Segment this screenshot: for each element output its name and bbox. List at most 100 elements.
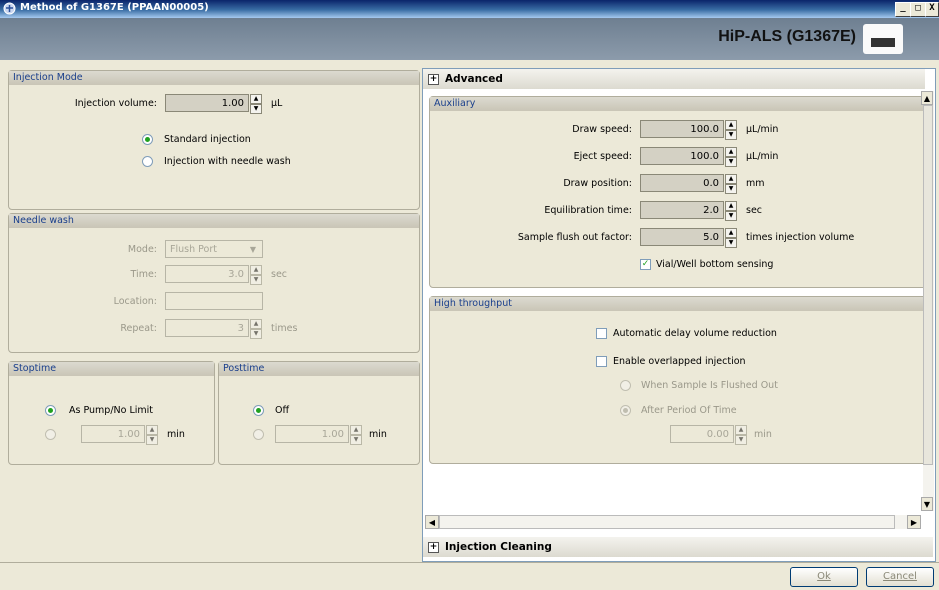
when-flushed-label: When Sample Is Flushed Out xyxy=(641,380,778,391)
time-unit: sec xyxy=(271,269,288,280)
window-title: Method of G1367E (PPAAN00005) xyxy=(20,2,209,13)
expand-icon[interactable]: + xyxy=(428,542,439,553)
mode-label: Mode: xyxy=(127,244,157,255)
module-name: HiP-ALS (G1367E) xyxy=(718,28,856,45)
posttime-value-input[interactable]: 1.00 xyxy=(275,425,349,443)
cancel-label: Cancel xyxy=(883,571,917,582)
maximize-button[interactable]: □ xyxy=(910,2,926,17)
repeat-input[interactable]: 3 xyxy=(165,319,249,337)
stoptime-value-radio[interactable] xyxy=(45,429,56,440)
repeat-label: Repeat: xyxy=(120,323,157,334)
equilibration-time-input[interactable]: 2.0 xyxy=(640,201,724,219)
auxiliary-header: Auxiliary xyxy=(430,97,928,111)
needle-wash-injection-label: Injection with needle wash xyxy=(164,156,291,167)
sample-flush-factor-label: Sample flush out factor: xyxy=(517,232,632,243)
stoptime-no-limit-label: As Pump/No Limit xyxy=(69,405,154,416)
injection-cleaning-section-bar[interactable]: + Injection Cleaning xyxy=(423,537,933,557)
expand-icon[interactable]: + xyxy=(428,74,439,85)
footer-divider xyxy=(0,562,939,563)
mode-value: Flush Port xyxy=(170,244,217,255)
scroll-down-arrow[interactable]: ▼ xyxy=(921,497,933,511)
stoptime-stepper[interactable]: ▲ ▼ xyxy=(146,425,158,445)
module-header: HiP-ALS (G1367E) xyxy=(0,18,939,60)
overlapped-injection-label: Enable overlapped injection xyxy=(613,356,746,367)
stoptime-value-input[interactable]: 1.00 xyxy=(81,425,145,443)
needle-wash-group: Needle wash Mode: Flush Port ▼ Time: 3.0… xyxy=(8,213,420,353)
posttime-off-radio[interactable] xyxy=(253,405,264,416)
period-stepper[interactable]: ▲ ▼ xyxy=(735,425,747,445)
stoptime-no-limit-radio[interactable] xyxy=(45,405,56,416)
draw-speed-input[interactable]: 100.0 xyxy=(640,120,724,138)
injection-mode-group: Injection Mode Injection volume: 1.00 ▲ ▼… xyxy=(8,70,420,210)
vial-sensing-checkbox[interactable]: ✓ xyxy=(640,259,651,270)
scroll-thumb[interactable] xyxy=(923,105,933,465)
overlapped-injection-checkbox[interactable] xyxy=(596,356,607,367)
injection-volume-unit: µL xyxy=(271,98,283,109)
posttime-group: Posttime Off 1.00 ▲ ▼ min xyxy=(218,361,420,465)
draw-speed-label: Draw speed: xyxy=(572,124,632,135)
scroll-up-arrow[interactable]: ▲ xyxy=(921,91,933,105)
injection-mode-header: Injection Mode xyxy=(9,71,419,85)
needle-wash-header: Needle wash xyxy=(9,214,419,228)
close-button[interactable]: X xyxy=(925,2,939,17)
draw-position-label: Draw position: xyxy=(563,178,632,189)
equilibration-time-label: Equilibration time: xyxy=(544,205,632,216)
device-image xyxy=(863,24,903,54)
sample-flush-factor-stepper[interactable]: ▲ ▼ xyxy=(725,228,737,248)
repeat-unit: times xyxy=(271,323,298,334)
eject-speed-label: Eject speed: xyxy=(573,151,632,162)
stoptime-group: Stoptime As Pump/No Limit 1.00 ▲ ▼ min xyxy=(8,361,215,465)
injection-volume-stepper[interactable]: ▲ ▼ xyxy=(250,94,262,114)
stoptime-unit: min xyxy=(167,429,185,440)
inner-vertical-scrollbar[interactable]: ▲ ▼ xyxy=(921,91,934,511)
period-unit: min xyxy=(754,429,772,440)
posttime-off-label: Off xyxy=(275,405,290,416)
high-throughput-header: High throughput xyxy=(430,297,928,311)
horizontal-scrollbar[interactable]: ◀ ▶ xyxy=(425,515,921,529)
draw-position-unit: mm xyxy=(746,178,765,189)
draw-position-input[interactable]: 0.0 xyxy=(640,174,724,192)
mode-dropdown[interactable]: Flush Port ▼ xyxy=(165,240,263,258)
eject-speed-unit: µL/min xyxy=(746,151,779,162)
eject-speed-stepper[interactable]: ▲ ▼ xyxy=(725,147,737,167)
posttime-stepper[interactable]: ▲ ▼ xyxy=(350,425,362,445)
when-flushed-radio[interactable] xyxy=(620,380,631,391)
posttime-value-radio[interactable] xyxy=(253,429,264,440)
location-input[interactable] xyxy=(165,292,263,310)
after-period-label: After Period Of Time xyxy=(641,405,737,416)
minimize-button[interactable]: _ xyxy=(895,2,911,17)
cancel-button[interactable]: Cancel xyxy=(866,567,934,587)
time-input[interactable]: 3.0 xyxy=(165,265,249,283)
standard-injection-label: Standard injection xyxy=(164,134,251,145)
ok-button[interactable]: Ok xyxy=(790,567,858,587)
posttime-header: Posttime xyxy=(219,362,419,376)
after-period-radio[interactable] xyxy=(620,405,631,416)
scroll-right-arrow[interactable]: ▶ xyxy=(907,515,921,529)
standard-injection-radio[interactable] xyxy=(142,134,153,145)
location-label: Location: xyxy=(113,296,157,307)
equilibration-time-stepper[interactable]: ▲ ▼ xyxy=(725,201,737,221)
title-bar: Method of G1367E (PPAAN00005) _ □ X xyxy=(0,0,939,18)
draw-position-stepper[interactable]: ▲ ▼ xyxy=(725,174,737,194)
draw-speed-stepper[interactable]: ▲ ▼ xyxy=(725,120,737,140)
advanced-section-bar[interactable]: + Advanced xyxy=(423,69,925,89)
period-input[interactable]: 0.00 xyxy=(670,425,734,443)
vial-sensing-label: Vial/Well bottom sensing xyxy=(656,259,774,270)
eject-speed-input[interactable]: 100.0 xyxy=(640,147,724,165)
advanced-header: Advanced xyxy=(445,73,503,85)
needle-wash-injection-radio[interactable] xyxy=(142,156,153,167)
scroll-left-arrow[interactable]: ◀ xyxy=(425,515,439,529)
repeat-stepper[interactable]: ▲ ▼ xyxy=(250,319,262,339)
stoptime-header: Stoptime xyxy=(9,362,214,376)
auto-delay-label: Automatic delay volume reduction xyxy=(613,328,777,339)
auto-delay-checkbox[interactable] xyxy=(596,328,607,339)
equilibration-time-unit: sec xyxy=(746,205,763,216)
app-icon xyxy=(3,2,16,15)
injection-volume-input[interactable]: 1.00 xyxy=(165,94,249,112)
h-scroll-thumb[interactable] xyxy=(439,515,895,529)
posttime-unit: min xyxy=(369,429,387,440)
sample-flush-factor-input[interactable]: 5.0 xyxy=(640,228,724,246)
time-stepper[interactable]: ▲ ▼ xyxy=(250,265,262,285)
draw-speed-unit: µL/min xyxy=(746,124,779,135)
advanced-panel: + Advanced Auxiliary Draw speed: 100.0 ▲… xyxy=(422,68,936,562)
